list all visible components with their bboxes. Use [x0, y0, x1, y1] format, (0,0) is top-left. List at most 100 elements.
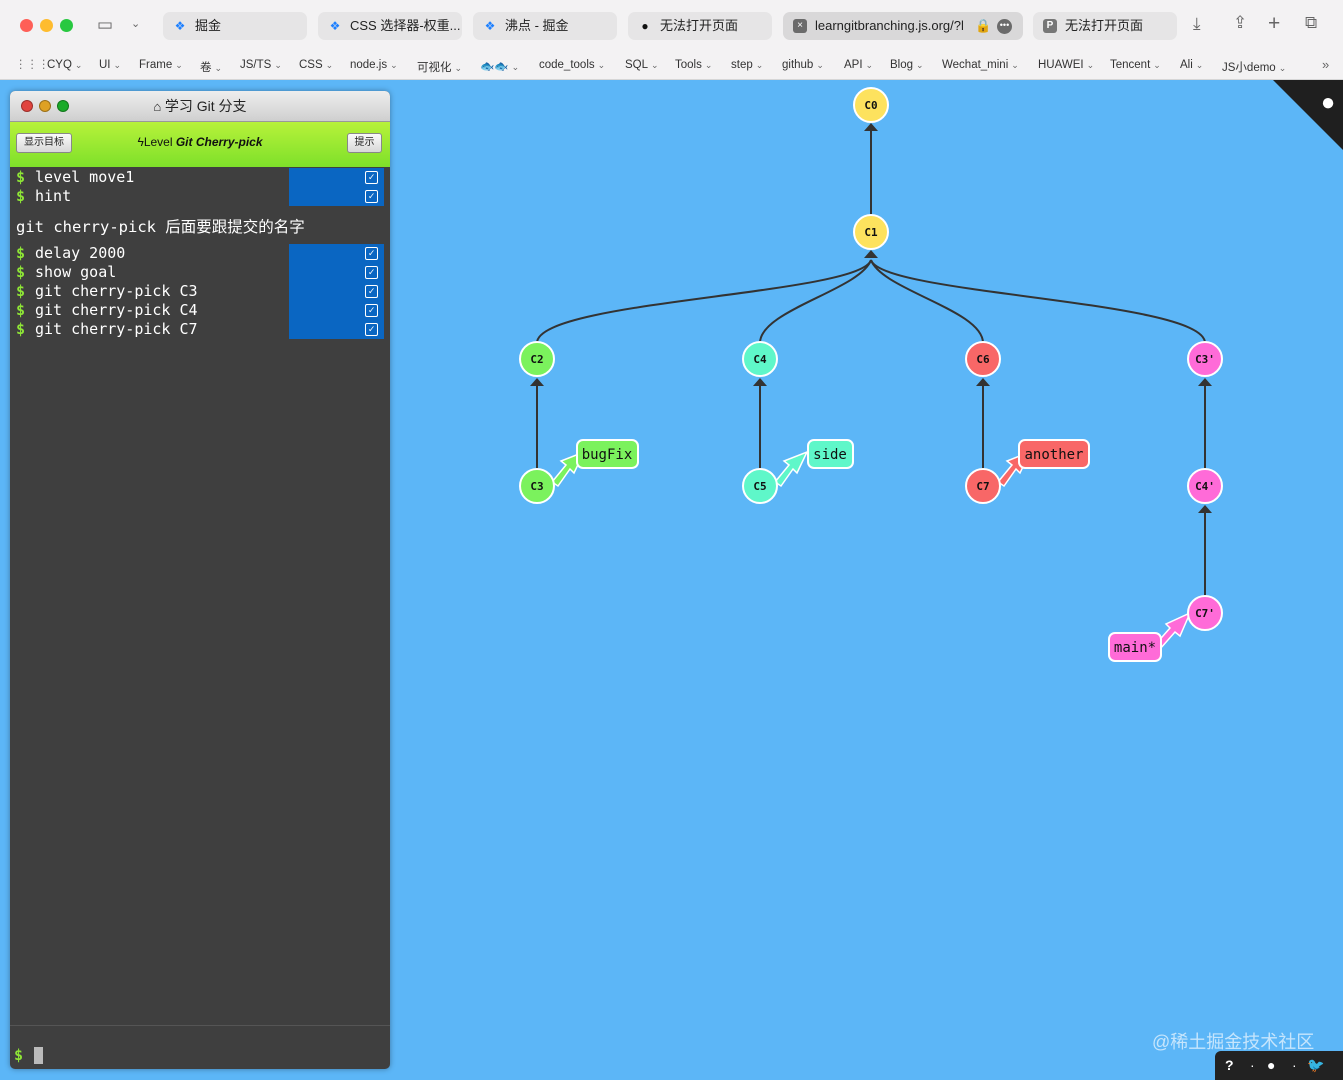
tab-learngitbranching[interactable]: × learngitbranching.js.org/?l 🔒 ••• — [783, 12, 1023, 40]
bookmark-label: code_tools — [539, 59, 595, 71]
separator-dot: · — [1250, 1057, 1255, 1073]
zoom-window-button[interactable] — [60, 19, 73, 32]
more-icon[interactable]: ••• — [997, 19, 1012, 34]
branch-label-bugfix[interactable]: bugFix — [576, 439, 639, 469]
hint-button[interactable]: 提示 — [347, 133, 382, 153]
bookmark-label: step — [731, 59, 753, 71]
prompt-symbol: $ — [16, 168, 26, 186]
commit-c3[interactable]: C3 — [519, 468, 555, 504]
bookmark-api[interactable]: API ⌄ — [844, 59, 873, 71]
chevron-down-icon: ⌄ — [1011, 60, 1019, 70]
tab-label: 掘金 — [195, 18, 222, 33]
bookmark-step[interactable]: step ⌄ — [731, 59, 763, 71]
commit-c1[interactable]: C1 — [853, 214, 889, 250]
bookmark-label: SQL — [625, 59, 649, 71]
level-name: Git Cherry-pick — [175, 135, 263, 149]
commit-id: C5 — [753, 480, 766, 493]
tab-juejin[interactable]: ❖ 掘金 — [163, 12, 307, 40]
tab-github[interactable]: ● 无法打开页面 — [628, 12, 772, 40]
tab-css-selector[interactable]: ❖ CSS 选择器-权重... — [318, 12, 462, 40]
bookmark-label: JS小demo — [1222, 62, 1276, 74]
help-icon[interactable]: ? — [1225, 1057, 1234, 1073]
bookmark-css[interactable]: CSS ⌄ — [299, 59, 333, 71]
branch-label-main[interactable]: main* — [1108, 632, 1162, 662]
commit-c4[interactable]: C4 — [742, 341, 778, 377]
commit-c3-prime[interactable]: C3' — [1187, 341, 1223, 377]
overflow-chevron-icon[interactable]: » — [1322, 57, 1329, 72]
learngitbranching-page: bugFix side another main* C0 C1 C2 C3 C4… — [0, 80, 1343, 1080]
bookmark-ali[interactable]: Ali ⌄ — [1180, 59, 1203, 71]
bookmark-fish[interactable]: 🐟🐟 ⌄ — [480, 59, 519, 73]
bookmark-visualization[interactable]: 可视化 ⌄ — [417, 59, 462, 75]
tab-cannot-open[interactable]: P 无法打开页面 — [1033, 12, 1177, 40]
bookmark-nodejs[interactable]: node.js ⌄ — [350, 59, 398, 71]
chevron-down-icon: ⌄ — [214, 63, 223, 73]
branch-label-another[interactable]: another — [1018, 439, 1090, 469]
commit-c6[interactable]: C6 — [965, 341, 1001, 377]
prompt-symbol: $ — [16, 263, 26, 281]
bookmark-ui[interactable]: UI ⌄ — [99, 59, 121, 71]
tab-feidian[interactable]: ❖ 沸点 - 掘金 — [473, 12, 617, 40]
twitter-icon[interactable]: 🐦 — [1307, 1057, 1324, 1074]
bookmark-wechat-mini[interactable]: Wechat_mini ⌄ — [942, 59, 1019, 71]
bookmark-blog[interactable]: Blog ⌄ — [890, 59, 924, 71]
minimize-window-button[interactable] — [39, 100, 51, 112]
bookmark-tools[interactable]: Tools ⌄ — [675, 59, 712, 71]
show-goal-button[interactable]: 显示目标 — [16, 133, 72, 153]
bookmark-huawei[interactable]: HUAWEI ⌄ — [1038, 59, 1094, 71]
command-status: ✓ — [289, 320, 384, 339]
commit-c4-prime[interactable]: C4' — [1187, 468, 1223, 504]
command-status: ✓ — [289, 244, 384, 263]
close-icon[interactable]: × — [793, 19, 807, 33]
bookmark-jsts[interactable]: JS/TS ⌄ — [240, 59, 282, 71]
bookmark-code-tools[interactable]: code_tools ⌄ — [539, 59, 605, 71]
prompt-symbol: $ — [16, 187, 26, 205]
zoom-window-button[interactable] — [57, 100, 69, 112]
bookmark-juan[interactable]: 卷 ⌄ — [200, 59, 222, 75]
command-history-item: $ show goal ✓ — [10, 263, 390, 282]
tab-overview-icon[interactable]: ⧉ — [1305, 13, 1317, 33]
commit-c5[interactable]: C5 — [742, 468, 778, 504]
chevron-down-icon: ⌄ — [755, 60, 764, 70]
chevron-down-icon: ⌄ — [74, 60, 83, 70]
tab-label: 无法打开页面 — [1065, 18, 1144, 33]
bookmark-sql[interactable]: SQL ⌄ — [625, 59, 659, 71]
bookmark-label: node.js — [350, 59, 388, 71]
bookmark-github[interactable]: github ⌄ — [782, 59, 824, 71]
sidebar-toggle-icon[interactable]: ▭ — [97, 15, 113, 35]
command-history-item: $ git cherry-pick C4 ✓ — [10, 301, 390, 320]
commit-c0[interactable]: C0 — [853, 87, 889, 123]
bookmark-label: CSS — [299, 59, 323, 71]
command-input-area[interactable]: $ — [10, 1025, 390, 1069]
apps-grid-icon[interactable]: ⋮⋮⋮ — [15, 57, 50, 71]
commit-c7-prime[interactable]: C7' — [1187, 595, 1223, 631]
branch-label-side[interactable]: side — [807, 439, 854, 469]
command-text: show goal — [35, 263, 117, 281]
branch-labels: bugFix side another main* — [576, 439, 1162, 662]
commit-c2[interactable]: C2 — [519, 341, 555, 377]
command-text: git cherry-pick C4 — [35, 301, 198, 319]
share-icon[interactable]: ⇪ — [1233, 13, 1247, 33]
prompt-symbol: $ — [16, 244, 26, 262]
commit-id: C1 — [864, 226, 878, 239]
command-text: level move1 — [35, 168, 135, 186]
new-tab-icon[interactable]: + — [1268, 12, 1280, 36]
download-icon[interactable]: ⤓ — [1193, 14, 1201, 34]
terminal-title-bar: ⌂ 学习 Git 分支 — [10, 91, 390, 122]
close-window-button[interactable] — [21, 100, 33, 112]
close-window-button[interactable] — [20, 19, 33, 32]
bookmark-frame[interactable]: Frame ⌄ — [139, 59, 183, 71]
branch-name: side — [813, 447, 847, 463]
globe-icon[interactable]: ● — [1267, 1057, 1275, 1073]
bookmark-tencent[interactable]: Tencent ⌄ — [1110, 59, 1161, 71]
arrowhead — [530, 378, 544, 386]
bookmark-cyq[interactable]: CYQ ⌄ — [47, 59, 82, 71]
bookmark-label: 可视化 — [417, 62, 452, 74]
tab-label: learngitbranching.js.org/?l — [815, 18, 964, 33]
tab-label: 沸点 - 掘金 — [505, 18, 569, 33]
chevron-down-icon[interactable]: ⌄ — [131, 17, 140, 30]
minimize-window-button[interactable] — [40, 19, 53, 32]
commit-c7[interactable]: C7 — [965, 468, 1001, 504]
bookmark-js-demo[interactable]: JS小demo ⌄ — [1222, 59, 1286, 75]
commit-id: C6 — [976, 353, 990, 366]
